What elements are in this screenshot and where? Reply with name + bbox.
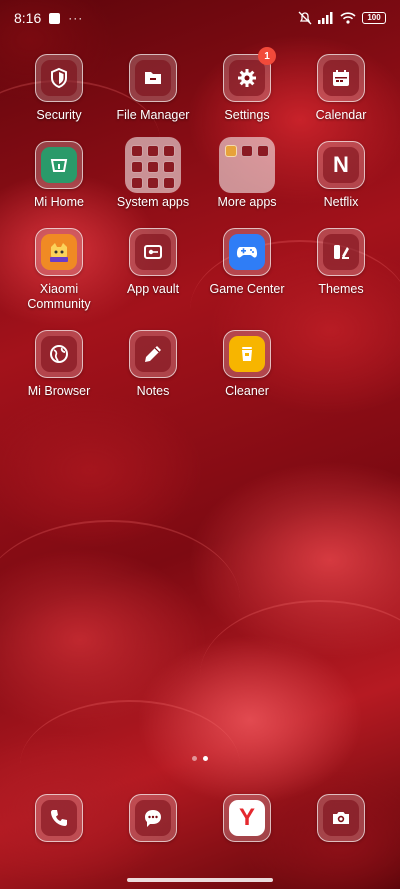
app-label: Settings xyxy=(224,108,270,122)
app-label: Game Center xyxy=(209,282,285,296)
yandex-icon: Y xyxy=(238,804,255,831)
app-label: File Manager xyxy=(116,108,190,122)
clock: 8:16 xyxy=(14,10,42,26)
app-xiaomi-community[interactable]: Xiaomi Community xyxy=(12,228,106,312)
phone-icon xyxy=(48,807,70,829)
app-app-vault[interactable]: App vault xyxy=(106,228,200,312)
folder-icon xyxy=(142,67,164,89)
app-calendar[interactable]: Calendar xyxy=(294,54,388,123)
wifi-icon xyxy=(340,12,356,24)
page-dot[interactable] xyxy=(192,756,197,761)
pencil-icon xyxy=(142,343,164,365)
folder-system-apps[interactable]: System apps xyxy=(106,137,200,210)
app-label: Notes xyxy=(136,384,170,398)
app-game-center[interactable]: Game Center xyxy=(200,228,294,312)
app-mi-home[interactable]: Mi Home xyxy=(12,141,106,210)
app-notes[interactable]: Notes xyxy=(106,330,200,399)
app-cleaner[interactable]: Cleaner xyxy=(200,330,294,399)
folder-grid xyxy=(125,137,181,193)
app-label: More apps xyxy=(217,195,277,209)
trash-icon xyxy=(236,343,258,365)
notification-icon xyxy=(49,12,61,24)
themes-icon xyxy=(330,241,352,263)
folder-grid xyxy=(219,137,275,193)
mute-icon xyxy=(298,11,312,25)
app-label: Netflix xyxy=(323,195,359,209)
gamepad-icon xyxy=(235,241,259,263)
status-bar: 8:16 ··· 100 xyxy=(0,0,400,36)
battery-icon: 100 xyxy=(362,12,386,24)
shield-icon xyxy=(48,67,70,89)
app-label: Themes xyxy=(318,282,364,296)
dock-yandex-browser[interactable]: Y xyxy=(200,794,294,842)
globe-icon xyxy=(48,343,70,365)
app-file-manager[interactable]: File Manager xyxy=(106,54,200,123)
app-label: Xiaomi Community xyxy=(27,282,91,311)
mi-home-icon xyxy=(48,154,70,176)
more-notifications-icon: ··· xyxy=(68,11,84,25)
app-grid: Security File Manager 1 Settings Calenda… xyxy=(12,47,388,399)
app-label: Mi Home xyxy=(33,195,84,209)
app-settings[interactable]: 1 Settings xyxy=(200,47,294,123)
app-label: System apps xyxy=(116,195,190,209)
message-icon xyxy=(142,807,164,829)
page-indicator xyxy=(0,756,400,761)
community-icon xyxy=(46,239,72,265)
app-mi-browser[interactable]: Mi Browser xyxy=(12,330,106,399)
dock-camera[interactable] xyxy=(294,794,388,842)
app-security[interactable]: Security xyxy=(12,54,106,123)
home-indicator[interactable] xyxy=(127,878,273,882)
app-label: Mi Browser xyxy=(27,384,91,398)
netflix-icon: N xyxy=(333,152,349,177)
folder-more-apps[interactable]: More apps xyxy=(200,137,294,210)
signal-icon xyxy=(318,12,334,24)
dock-phone[interactable] xyxy=(12,794,106,842)
app-label: App vault xyxy=(126,282,180,296)
gear-icon xyxy=(236,67,258,89)
notification-badge: 1 xyxy=(258,47,276,65)
app-label: Cleaner xyxy=(225,384,269,398)
app-netflix[interactable]: N Netflix xyxy=(294,141,388,210)
calendar-icon xyxy=(330,67,352,89)
dock: Y xyxy=(12,794,388,842)
app-themes[interactable]: Themes xyxy=(294,228,388,312)
dock-messages[interactable] xyxy=(106,794,200,842)
page-dot-active[interactable] xyxy=(203,756,208,761)
app-label: Security xyxy=(36,108,82,122)
app-label: Calendar xyxy=(315,108,367,122)
vault-icon xyxy=(142,241,164,263)
camera-icon xyxy=(330,807,352,829)
